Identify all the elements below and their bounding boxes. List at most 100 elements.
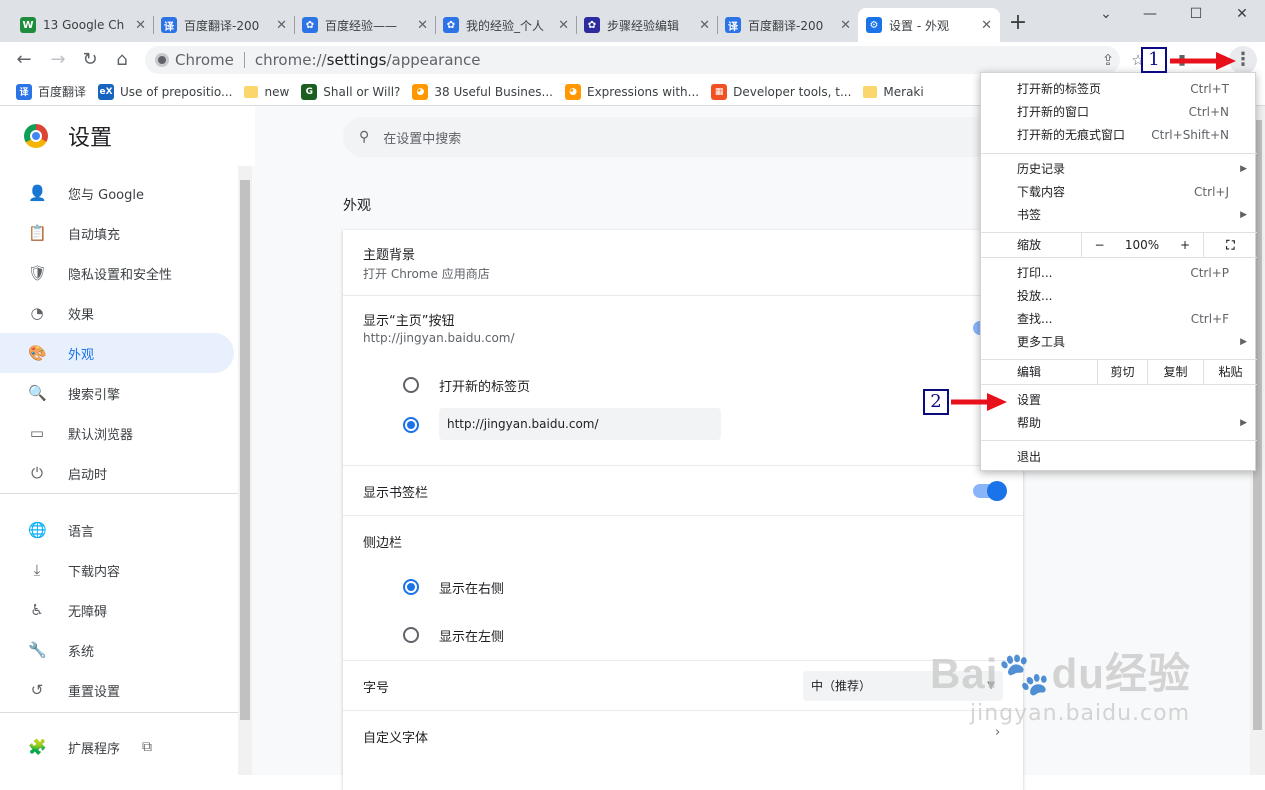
- font-size-select[interactable]: 中（推荐） ▼: [803, 671, 1003, 701]
- menu-exit[interactable]: 退出: [981, 446, 1257, 469]
- menu-divider: [981, 440, 1257, 441]
- reload-button[interactable]: ↻: [76, 46, 104, 74]
- bookmarks-bar-label: 显示书签栏: [363, 486, 429, 501]
- tab-favicon-icon: 译: [725, 17, 741, 33]
- bookmark-item[interactable]: G Shall or Will?: [301, 83, 400, 100]
- menu-new-tab[interactable]: 打开新的标签页 Ctrl+T: [981, 78, 1257, 101]
- bookmarks-bar-toggle[interactable]: [973, 481, 1007, 501]
- sidebar-item-clipboard[interactable]: 📋 自动填充: [0, 213, 234, 253]
- home-url-radio[interactable]: [403, 417, 419, 433]
- sidebar-item-label: 默认浏览器: [68, 427, 134, 443]
- close-tab-icon[interactable]: ✕: [417, 18, 428, 33]
- fullscreen-icon[interactable]: ⛶: [1203, 233, 1257, 257]
- sidebar-item-reset[interactable]: ↺ 重置设置: [0, 670, 234, 710]
- sidebar-item-power[interactable]: ⏻ 启动时: [0, 453, 234, 493]
- sidebar-item-globe[interactable]: 🌐 语言: [0, 510, 234, 550]
- bookmark-item[interactable]: new: [244, 85, 289, 99]
- home-newtab-radio[interactable]: [403, 377, 419, 393]
- bookmark-item[interactable]: ◕ Expressions with...: [565, 83, 700, 100]
- menu-print[interactable]: 打印... Ctrl+P: [981, 262, 1257, 285]
- sidebar-item-palette[interactable]: 🎨 外观: [0, 333, 234, 373]
- menu-cut-button[interactable]: 剪切: [1097, 360, 1147, 384]
- back-button[interactable]: ←: [10, 46, 38, 74]
- sidebar-scrollbar[interactable]: [238, 166, 252, 775]
- home-button[interactable]: ⌂: [108, 46, 136, 74]
- bookmark-item[interactable]: ▦ Developer tools, t...: [711, 83, 851, 100]
- bookmark-label: Meraki: [883, 84, 924, 99]
- menu-more-tools[interactable]: 更多工具 ▶: [981, 331, 1257, 354]
- sidebar-item-accessibility[interactable]: ♿ 无障碍: [0, 590, 234, 630]
- menu-incognito[interactable]: 打开新的无痕式窗口 Ctrl+Shift+N: [981, 124, 1257, 147]
- sidebar-item-puzzle[interactable]: 🧩 扩展程序 ⧉: [0, 727, 234, 767]
- home-button-subtitle: http://jingyan.baidu.com/: [363, 331, 515, 345]
- minimize-button[interactable]: —: [1127, 4, 1173, 26]
- sidebar-scroll-thumb[interactable]: [240, 180, 250, 720]
- forward-button[interactable]: →: [44, 46, 72, 74]
- menu-cast-label: 投放...: [1017, 289, 1053, 303]
- bookmarks-bar-row[interactable]: 显示书签栏: [343, 466, 1023, 516]
- download-icon: ⤓: [33, 561, 41, 579]
- chrome-logo-icon: [24, 124, 48, 148]
- sidebar-item-gauge[interactable]: ◔ 效果: [0, 293, 234, 333]
- menu-paste-button[interactable]: 粘贴: [1203, 360, 1257, 384]
- tab-favicon-icon: W: [20, 17, 36, 33]
- tab-2[interactable]: 译百度翻译-200 ✕: [153, 8, 295, 42]
- home-url-input[interactable]: http://jingyan.baidu.com/: [439, 408, 721, 440]
- bookmark-item[interactable]: Meraki: [863, 84, 924, 99]
- close-tab-icon[interactable]: ✕: [276, 18, 287, 33]
- custom-fonts-row[interactable]: 自定义字体 ›: [343, 711, 1023, 761]
- sidebar-item-search[interactable]: 🔍 搜索引擎: [0, 373, 234, 413]
- menu-cast[interactable]: 投放...: [981, 285, 1257, 308]
- close-window-button[interactable]: ✕: [1219, 4, 1265, 26]
- gauge-icon: ◔: [30, 304, 44, 322]
- zoom-in-button[interactable]: +: [1167, 233, 1203, 257]
- share-icon[interactable]: ⇪: [1094, 46, 1122, 74]
- tab-3[interactable]: ✿ 百度经验—— ✕: [294, 8, 436, 42]
- site-chip[interactable]: Chrome: [155, 51, 234, 69]
- close-tab-icon[interactable]: ✕: [135, 18, 146, 33]
- close-tab-icon[interactable]: ✕: [699, 18, 710, 33]
- bookmark-label: Expressions with...: [587, 84, 700, 99]
- search-icon: ⚲: [359, 129, 370, 145]
- menu-bookmarks[interactable]: 书签 ▶: [981, 204, 1257, 227]
- sidebar-item-wrench[interactable]: 🔧 系统: [0, 630, 234, 670]
- sidebar-item-browser[interactable]: ▭ 默认浏览器: [0, 413, 234, 453]
- bookmark-item[interactable]: ◕ 38 Useful Busines...: [412, 83, 553, 100]
- close-tab-icon[interactable]: ✕: [981, 18, 992, 33]
- menu-downloads[interactable]: 下载内容 Ctrl+J: [981, 181, 1257, 204]
- close-tab-icon[interactable]: ✕: [558, 18, 569, 33]
- new-tab-button[interactable]: +: [1005, 11, 1031, 37]
- settings-search-input[interactable]: ⚲ 在设置中搜索: [343, 117, 1023, 157]
- close-tab-icon[interactable]: ✕: [840, 18, 851, 33]
- tab-title: 百度经验——: [325, 18, 398, 33]
- tab-7[interactable]: ⚙ 设置 - 外观 ✕: [858, 8, 1000, 42]
- menu-history[interactable]: 历史记录 ▶: [981, 158, 1257, 181]
- sidebar-item-label: 您与 Google: [68, 187, 144, 203]
- sidebar-item-download[interactable]: ⤓ 下载内容: [0, 550, 234, 590]
- bookmark-item[interactable]: 译百度翻译: [16, 83, 86, 100]
- menu-help[interactable]: 帮助 ▶: [981, 412, 1257, 435]
- menu-find[interactable]: 查找... Ctrl+F: [981, 308, 1257, 331]
- tab-5[interactable]: ✿ 步骤经验编辑 ✕: [576, 8, 718, 42]
- tab-1[interactable]: W 13 Google Ch ✕: [12, 8, 154, 42]
- menu-settings[interactable]: 设置: [981, 389, 1257, 412]
- bookmark-item[interactable]: eX Use of prepositio...: [98, 83, 232, 100]
- bookmark-favicon-icon: 译: [16, 83, 32, 100]
- tab-favicon-icon: 译: [161, 17, 177, 33]
- tab-favicon-icon: ⚙: [866, 17, 882, 33]
- menu-copy-button[interactable]: 复制: [1147, 360, 1203, 384]
- zoom-out-button[interactable]: −: [1081, 233, 1117, 257]
- tab-search-icon[interactable]: ⌄: [1083, 4, 1129, 26]
- clipboard-icon: 📋: [28, 224, 47, 242]
- sidebar-item-person[interactable]: 👤 您与 Google: [0, 173, 234, 213]
- bookmark-favicon-icon: G: [301, 83, 318, 100]
- side-left-radio[interactable]: [403, 627, 419, 643]
- sidebar-item-shield[interactable]: 🛡 隐私设置和安全性: [0, 253, 234, 293]
- maximize-button[interactable]: ☐: [1173, 4, 1219, 26]
- menu-new-window[interactable]: 打开新的窗口 Ctrl+N: [981, 101, 1257, 124]
- address-bar[interactable]: Chrome chrome://settings/appearance: [145, 46, 1120, 74]
- side-right-radio[interactable]: [403, 579, 419, 595]
- tab-4[interactable]: ✿ 我的经验_个人 ✕: [435, 8, 577, 42]
- tab-6[interactable]: 译百度翻译-200 ✕: [717, 8, 859, 42]
- theme-row[interactable]: 主题背景 打开 Chrome 应用商店: [343, 230, 1023, 296]
